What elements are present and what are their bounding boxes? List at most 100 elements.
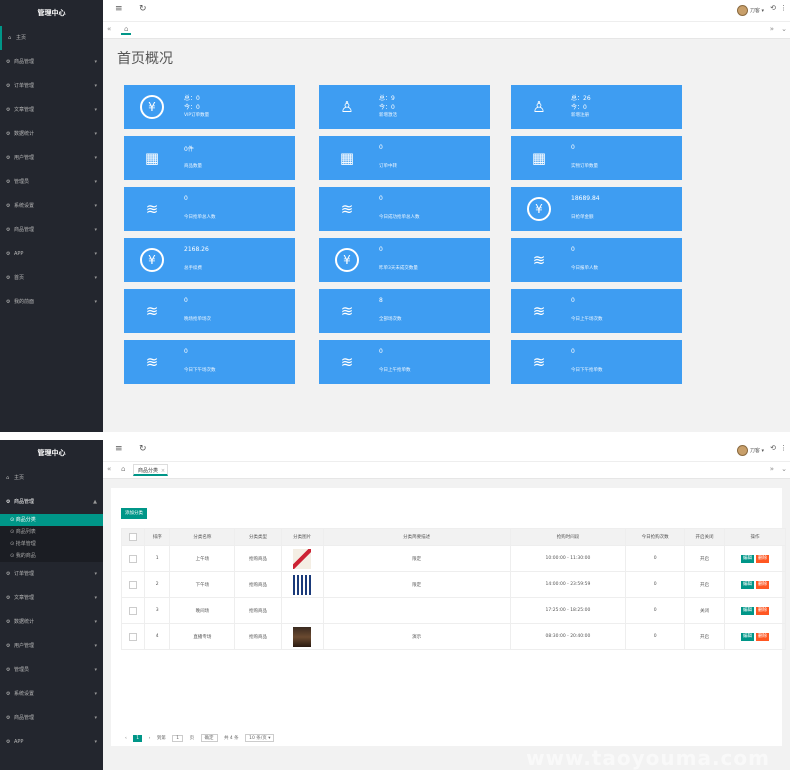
sidebar-item[interactable]: ⚙ 数据统计 ▾ (0, 122, 103, 146)
sidebar-item[interactable]: ⚙ 系统设置 ▾ (0, 194, 103, 218)
user-menu[interactable]: 刀客 ▾ (736, 445, 764, 456)
sidebar-item-label: 我的前面 (14, 299, 35, 305)
more-icon[interactable]: ⋮ (780, 444, 787, 452)
row-checkbox-cell[interactable] (120, 623, 146, 650)
tab-bar: « ⌂ » ⌄ (103, 22, 790, 39)
tab-scroll-right-icon[interactable]: » (770, 465, 774, 473)
sidebar-item[interactable]: ⚙ 商品管理 ▾ (0, 706, 103, 730)
stat-value-total: 0 (379, 195, 383, 202)
sidebar-item-label: 文章管理 (14, 107, 35, 113)
add-category-button[interactable]: 添加分类 (121, 508, 147, 519)
sidebar-item[interactable]: ⚙ 首页 ▾ (0, 266, 103, 290)
sidebar-item[interactable]: ⚙ 商品管理 ▾ (0, 218, 103, 242)
cell-image (280, 623, 324, 650)
select-all-checkbox[interactable] (120, 528, 146, 546)
delete-button[interactable]: 删除 (755, 580, 769, 589)
goto-confirm-button[interactable]: 确定 (200, 734, 218, 742)
gear-icon: ⚙ (6, 643, 11, 649)
cell-count: 0 (625, 571, 686, 598)
page-size-select[interactable]: 10 条/页 ▾ (245, 734, 275, 742)
delete-button[interactable]: 删除 (755, 606, 769, 615)
edit-button[interactable]: 编辑 (740, 632, 754, 641)
menu-toggle-icon[interactable]: ≡ (115, 4, 123, 14)
tab-scroll-left-icon[interactable]: « (107, 465, 111, 473)
sidebar-subitem[interactable]: ⊙ 抢单管理 (0, 538, 103, 550)
edit-button[interactable]: 编辑 (740, 606, 754, 615)
tab-scroll-left-icon[interactable]: « (107, 25, 111, 33)
sidebar-item[interactable]: ⚙ 用户管理 ▾ (0, 146, 103, 170)
menu-toggle-icon[interactable]: ≡ (115, 444, 123, 454)
sidebar-item-label: 商品管理 (14, 227, 35, 233)
sidebar-subitem[interactable]: ⊙ 商品列表 (0, 526, 103, 538)
row-checkbox-cell[interactable] (120, 571, 146, 598)
refresh-icon[interactable]: ↻ (139, 444, 147, 454)
sidebar-item[interactable]: ⌂ 主页 (0, 26, 103, 50)
delete-button[interactable]: 删除 (755, 632, 769, 641)
home-tab-icon[interactable]: ⌂ (121, 465, 125, 473)
edit-button[interactable]: 编辑 (740, 554, 754, 563)
cell-status: 关闭 (684, 597, 725, 624)
chevron-down-icon: ▾ (94, 275, 97, 281)
category-thumbnail (293, 548, 312, 569)
more-icon[interactable]: ⋮ (780, 4, 787, 12)
tab-menu-icon[interactable]: ⌄ (781, 25, 787, 33)
sidebar-subitem[interactable]: ⊙ 商品分类 (0, 514, 103, 526)
stat-value-total: 0 (379, 144, 383, 151)
cell-ops: 编辑 删除 (723, 545, 787, 572)
sidebar-item[interactable]: ⚙ 订单管理 ▾ (0, 74, 103, 98)
sidebar-item[interactable]: ⚙ 管理员 ▾ (0, 658, 103, 682)
sidebar-subitem[interactable]: ⊙ 我的商品 (0, 550, 103, 562)
sidebar-item[interactable]: ⚙ 用户管理 ▾ (0, 634, 103, 658)
chevron-up-icon: ▲ (93, 499, 97, 505)
checkbox[interactable] (129, 632, 138, 641)
sidebar-item-goods[interactable]: ⚙ 商品管理 ▲ (0, 490, 103, 514)
checkbox[interactable] (129, 580, 138, 589)
current-page[interactable]: 1 (133, 735, 143, 742)
sidebar-item[interactable]: ⚙ 文章管理 ▾ (0, 98, 103, 122)
sidebar-item[interactable]: ⚙ 我的前面 ▾ (0, 290, 103, 314)
lock-icon[interactable]: ⟲ (770, 4, 776, 12)
stat-label: VIP订单数量 (184, 113, 210, 118)
cell-desc: 演示 (322, 623, 511, 650)
cell-image (280, 545, 324, 572)
tab-scroll-right-icon[interactable]: » (770, 25, 774, 33)
edit-button[interactable]: 编辑 (740, 580, 754, 589)
delete-button[interactable]: 删除 (755, 554, 769, 563)
user-menu[interactable]: 刀客 ▾ (736, 5, 764, 16)
tab-menu-icon[interactable]: ⌄ (781, 465, 787, 473)
sidebar: 管理中心 ⌂ 主页 ⚙ 商品管理 ▲ ⊙ 商品分类 ⊙ 商品列表 ⊙ 抢单管理 ⊙ 我的商品… (0, 440, 103, 770)
sidebar-item[interactable]: ⚙ 文章管理 ▾ (0, 586, 103, 610)
checkbox[interactable] (129, 606, 138, 615)
checkbox[interactable] (129, 554, 138, 563)
sidebar-item[interactable]: ⚙ 订单管理 ▾ (0, 562, 103, 586)
sidebar-item[interactable]: ⚙ 数据统计 ▾ (0, 610, 103, 634)
prev-page-button[interactable]: ‹ (125, 736, 127, 741)
sidebar-item[interactable]: ⚙ 管理员 ▾ (0, 170, 103, 194)
stat-label: 商品数量 (184, 164, 202, 169)
row-checkbox-cell[interactable] (120, 545, 146, 572)
home-tab-icon[interactable]: ⌂ (121, 25, 132, 35)
yen-icon: ¥ (335, 248, 359, 272)
checkbox[interactable] (129, 533, 138, 541)
sidebar-item-home[interactable]: ⌂ 主页 (0, 466, 103, 490)
table-row: 1 上午场 抢购商品 限定 10:00:00 - 11:30:00 0 开启 编辑 删除 (120, 545, 787, 572)
sidebar-item-label: 订单管理 (14, 83, 35, 89)
stat-value-total: 0件 (184, 146, 194, 153)
stat-value-total: 0 (184, 297, 188, 304)
refresh-icon[interactable]: ↻ (139, 4, 147, 14)
gear-icon: ⚙ (6, 83, 11, 89)
sidebar-item[interactable]: ⚙ APP ▾ (0, 242, 103, 266)
sidebar-item-label: 用户管理 (14, 155, 35, 161)
next-page-button[interactable]: › (149, 736, 151, 741)
sidebar-item[interactable]: ⚙ APP ▾ (0, 730, 103, 754)
lock-icon[interactable]: ⟲ (770, 444, 776, 452)
goto-page-input[interactable]: 1 (172, 735, 184, 742)
stat-value-total: 0 (571, 246, 575, 253)
row-checkbox-cell[interactable] (120, 597, 146, 624)
sidebar-item[interactable]: ⚙ 商品管理 ▾ (0, 50, 103, 74)
sidebar-item[interactable]: ⚙ 系统设置 ▾ (0, 682, 103, 706)
close-icon[interactable]: × (161, 465, 165, 477)
stat-label: 今日成功抢单总人数 (379, 215, 420, 220)
stat-label: 新增注册 (571, 113, 589, 118)
tab-category[interactable]: 商品分类 × (133, 464, 169, 477)
